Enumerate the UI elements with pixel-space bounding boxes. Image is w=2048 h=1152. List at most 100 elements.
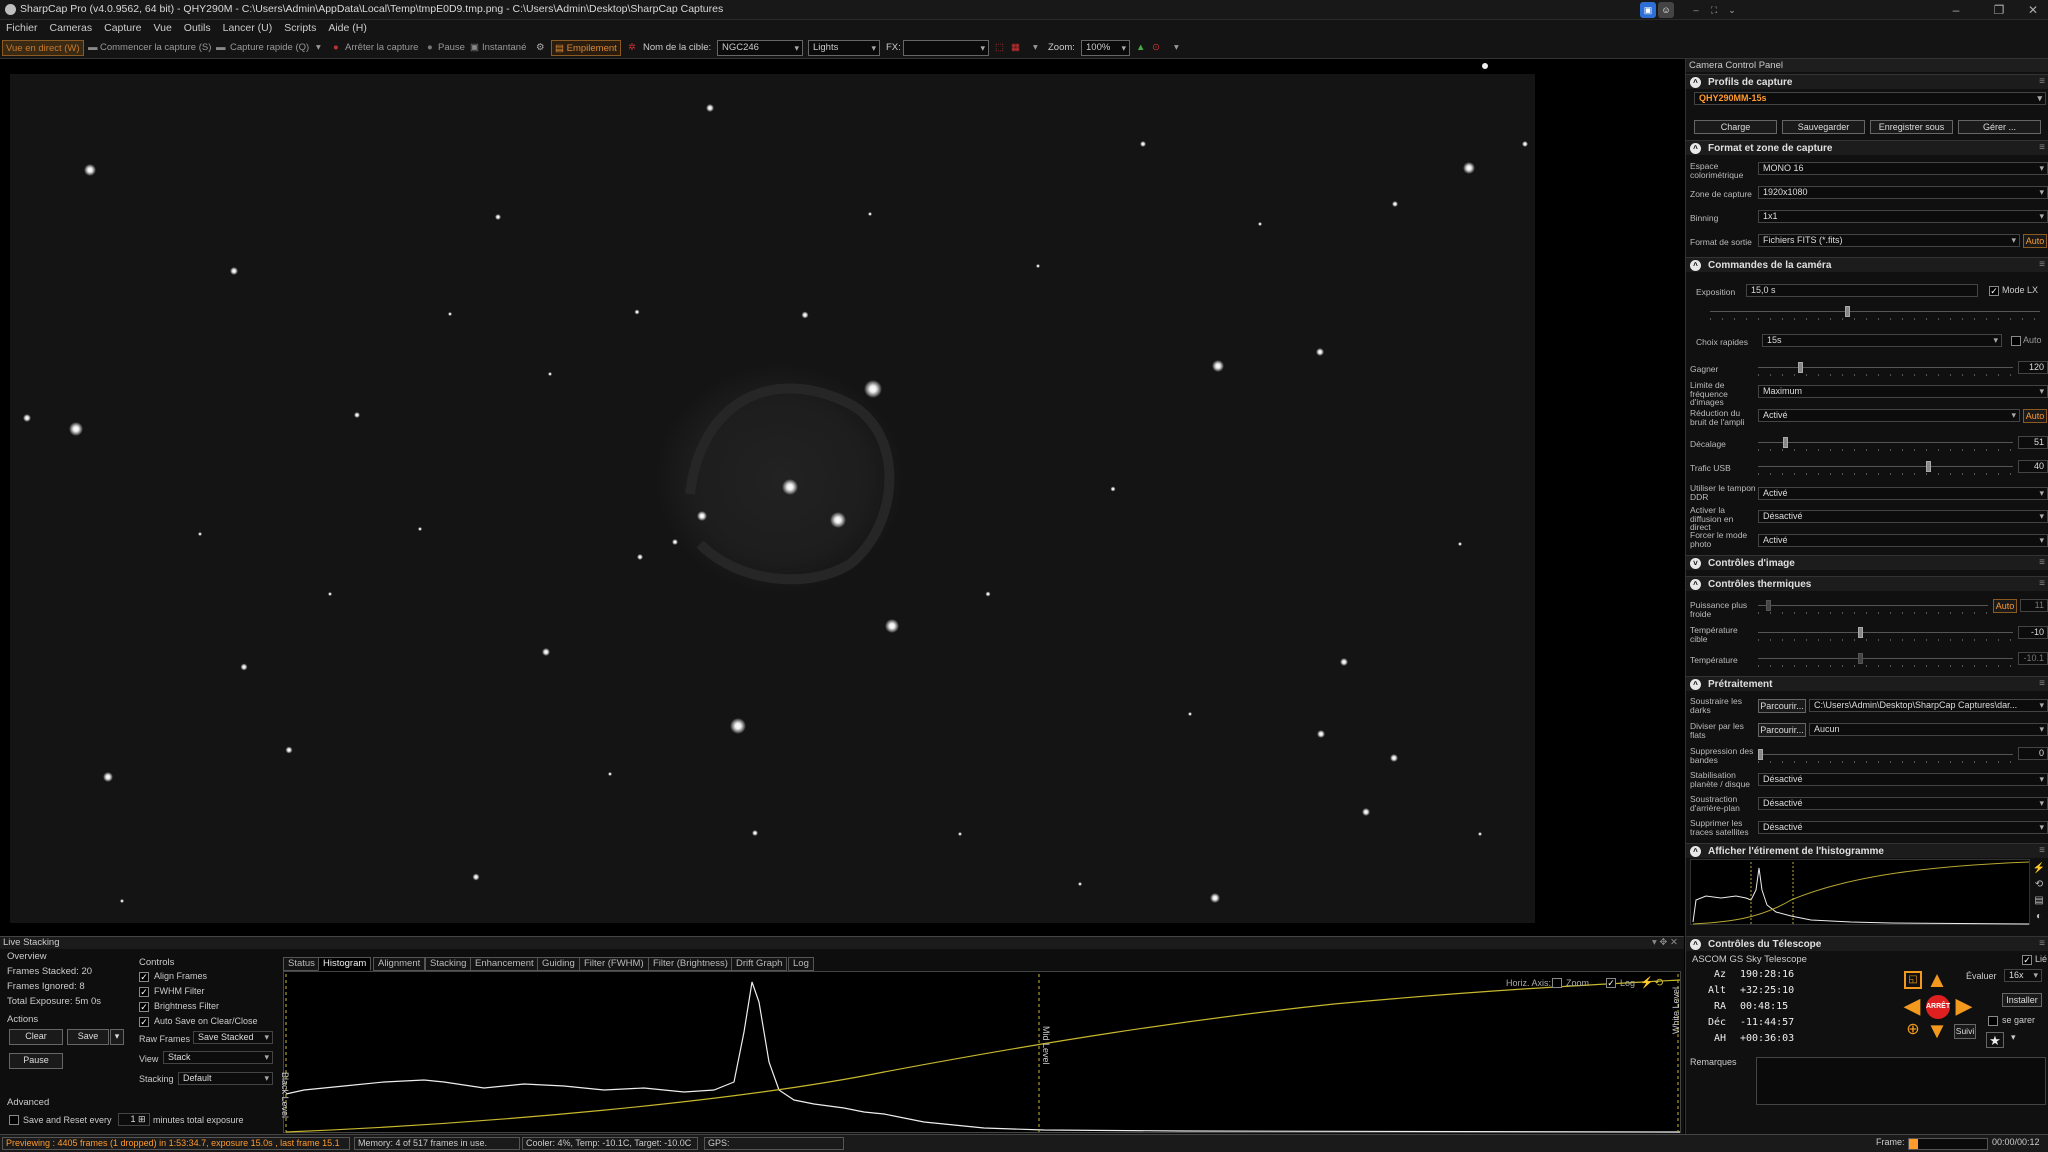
amp-nr-auto-button[interactable]: Auto bbox=[2023, 409, 2047, 423]
offset-value[interactable]: 51 bbox=[2018, 436, 2048, 449]
raw-frames-select[interactable]: Save Stacked bbox=[193, 1031, 273, 1044]
south-arrow-button[interactable]: ▼ bbox=[1926, 1020, 1948, 1042]
grid-icon[interactable]: ▦ bbox=[1011, 40, 1020, 56]
north-arrow-button[interactable]: ▲ bbox=[1926, 969, 1948, 991]
stop-capture-button[interactable]: Arrêter la capture bbox=[345, 40, 418, 56]
menu-vue[interactable]: Vue bbox=[147, 20, 177, 34]
minimize-button[interactable]: – bbox=[1945, 2, 1967, 18]
usb-traffic-value[interactable]: 40 bbox=[2018, 460, 2048, 473]
park-checkbox[interactable] bbox=[1988, 1016, 1998, 1026]
reset-stretch-icon[interactable]: ⟲ bbox=[1654, 976, 1663, 989]
center-target-icon[interactable]: ⊕ bbox=[1904, 1021, 1922, 1039]
tab-filter-fwhm[interactable]: Filter (FWHM) bbox=[579, 957, 649, 971]
menu-aide[interactable]: Aide (H) bbox=[322, 20, 373, 34]
pause-button[interactable]: Pause bbox=[438, 40, 465, 56]
load-profile-button[interactable]: Charge bbox=[1694, 120, 1777, 134]
usb-traffic-slider[interactable] bbox=[1758, 461, 2013, 475]
live-stream-select[interactable]: Désactivé bbox=[1758, 510, 2048, 523]
menu-icon[interactable]: ≡ bbox=[2039, 845, 2045, 856]
collapse-icon[interactable]: ^ bbox=[1690, 679, 1701, 690]
auto-save-checkbox[interactable]: ✓ bbox=[139, 1017, 149, 1027]
fx-select[interactable] bbox=[903, 40, 989, 56]
tab-guiding[interactable]: Guiding bbox=[537, 957, 580, 971]
output-format-select[interactable]: Fichiers FITS (*.fits) bbox=[1758, 234, 2020, 247]
maximize-button[interactable]: ❐ bbox=[1988, 2, 2010, 18]
quick-auto-checkbox[interactable] bbox=[2011, 336, 2021, 346]
profile-select[interactable]: QHY290MM-15s bbox=[1694, 92, 2046, 105]
snapshot-button[interactable]: Instantané bbox=[482, 40, 526, 56]
menu-icon[interactable]: ≡ bbox=[2039, 578, 2045, 589]
section-telescope[interactable]: ^ Contrôles du Télescope ≡ bbox=[1686, 936, 2048, 951]
menu-icon[interactable]: ≡ bbox=[2039, 142, 2045, 153]
notes-textarea[interactable] bbox=[1756, 1057, 2046, 1105]
tab-enhancement[interactable]: Enhancement bbox=[470, 957, 539, 971]
save-as-profile-button[interactable]: Enregistrer sous bbox=[1870, 120, 1953, 134]
output-auto-button[interactable]: Auto bbox=[2023, 234, 2047, 248]
dark-browse-button[interactable]: Parcourir... bbox=[1758, 699, 1806, 713]
satellite-trails-select[interactable]: Désactivé bbox=[1758, 821, 2048, 834]
clear-button[interactable]: Clear bbox=[9, 1029, 63, 1045]
auto-stretch-icon[interactable]: ⚡ bbox=[1640, 976, 1654, 989]
menu-icon[interactable]: ≡ bbox=[2039, 938, 2045, 949]
tab-filter-brightness[interactable]: Filter (Brightness) bbox=[648, 957, 733, 971]
histogram-chart[interactable]: Black Level Mid Level White Level Horiz.… bbox=[280, 971, 1681, 1133]
binning-select[interactable]: 1x1 bbox=[1758, 210, 2048, 223]
gain-value[interactable]: 120 bbox=[2018, 361, 2048, 374]
section-profiles[interactable]: ^ Profils de capture ≡ bbox=[1686, 74, 2048, 89]
photo-mode-select[interactable]: Activé bbox=[1758, 534, 2048, 547]
amp-nr-select[interactable]: Activé bbox=[1758, 409, 2020, 422]
ddr-buffer-select[interactable]: Activé bbox=[1758, 487, 2048, 500]
tab-drift-graph[interactable]: Drift Graph bbox=[731, 957, 788, 971]
tab-stacking[interactable]: Stacking bbox=[425, 957, 472, 971]
save-profile-button[interactable]: Sauvegarder bbox=[1782, 120, 1865, 134]
offset-slider[interactable] bbox=[1758, 437, 2013, 451]
background-sub-select[interactable]: Désactivé bbox=[1758, 797, 2048, 810]
save-reset-checkbox[interactable] bbox=[9, 1115, 19, 1125]
quick-choice-select[interactable]: 15s bbox=[1762, 334, 2002, 347]
tab-status[interactable]: Status bbox=[283, 957, 320, 971]
frame-type-select[interactable]: Lights bbox=[808, 40, 880, 56]
menu-capture[interactable]: Capture bbox=[98, 20, 147, 34]
section-preprocessing[interactable]: ^ Prétraitement ≡ bbox=[1686, 676, 2048, 691]
section-histogram-stretch[interactable]: ^ Afficher l'étirement de l'histogramme ≡ bbox=[1686, 843, 2048, 858]
expand-icon[interactable]: ˅ bbox=[1690, 558, 1701, 569]
menu-icon[interactable]: ≡ bbox=[2039, 557, 2045, 568]
west-arrow-button[interactable]: ◀ bbox=[1901, 995, 1923, 1017]
histogram-icon[interactable]: ▲ bbox=[1136, 40, 1145, 56]
brightness-filter-checkbox[interactable]: ✓ bbox=[139, 1002, 149, 1012]
east-arrow-button[interactable]: ▶ bbox=[1953, 995, 1975, 1017]
linked-checkbox[interactable]: ✓ bbox=[2022, 955, 2032, 965]
panel-pin-icon[interactable]: ▾ ✥ ✕ bbox=[1652, 937, 1678, 948]
overlay-dropdown-icon[interactable]: ▾ bbox=[1033, 40, 1038, 56]
stop-button[interactable]: ARRÊT bbox=[1926, 995, 1950, 1019]
menu-scripts[interactable]: Scripts bbox=[278, 20, 322, 34]
collapse-icon[interactable]: ^ bbox=[1690, 939, 1701, 950]
section-camera-controls[interactable]: ^ Commandes de la caméra ≡ bbox=[1686, 257, 2048, 272]
log-checkbox[interactable]: ✓ bbox=[1606, 978, 1616, 988]
view-select[interactable]: Stack bbox=[163, 1051, 273, 1064]
flat-browse-button[interactable]: Parcourir... bbox=[1758, 723, 1806, 737]
dark-file-select[interactable]: C:\Users\Admin\Desktop\SharpCap Captures… bbox=[1809, 699, 2048, 712]
tab-log[interactable]: Log bbox=[788, 957, 814, 971]
color-space-select[interactable]: MONO 16 bbox=[1758, 162, 2048, 175]
histogram-tools[interactable]: ⚡ ⟲ ▤ ◐ bbox=[2032, 861, 2046, 923]
live-view-button[interactable]: Vue en direct (W) bbox=[2, 40, 84, 56]
rate-select[interactable]: 16x bbox=[2004, 969, 2042, 982]
extra-dropdown-icon[interactable]: ▾ bbox=[1174, 40, 1179, 56]
tab-alignment[interactable]: Alignment bbox=[373, 957, 426, 971]
fps-limit-select[interactable]: Maximum bbox=[1758, 385, 2048, 398]
star-icon[interactable]: ★ bbox=[1986, 1032, 2004, 1048]
target-temp-slider[interactable] bbox=[1758, 627, 2013, 641]
zoom-checkbox[interactable] bbox=[1552, 978, 1562, 988]
stabilization-select[interactable]: Désactivé bbox=[1758, 773, 2048, 786]
save-dropdown-icon[interactable]: ▾ bbox=[110, 1029, 124, 1045]
tray-chevron-icon[interactable]: ⌄ bbox=[1724, 2, 1740, 18]
goto-icon[interactable]: ◱ bbox=[1904, 971, 1922, 989]
tab-histogram[interactable]: Histogram bbox=[318, 957, 372, 971]
section-format[interactable]: ^ Format et zone de capture ≡ bbox=[1686, 140, 2048, 155]
reticle-icon[interactable]: ⬚ bbox=[995, 40, 1004, 56]
exposure-input[interactable]: 15,0 s bbox=[1746, 284, 1978, 297]
close-button[interactable]: ✕ bbox=[2022, 2, 2044, 18]
menu-icon[interactable]: ≡ bbox=[2039, 259, 2045, 270]
fwhm-filter-checkbox[interactable]: ✓ bbox=[139, 987, 149, 997]
